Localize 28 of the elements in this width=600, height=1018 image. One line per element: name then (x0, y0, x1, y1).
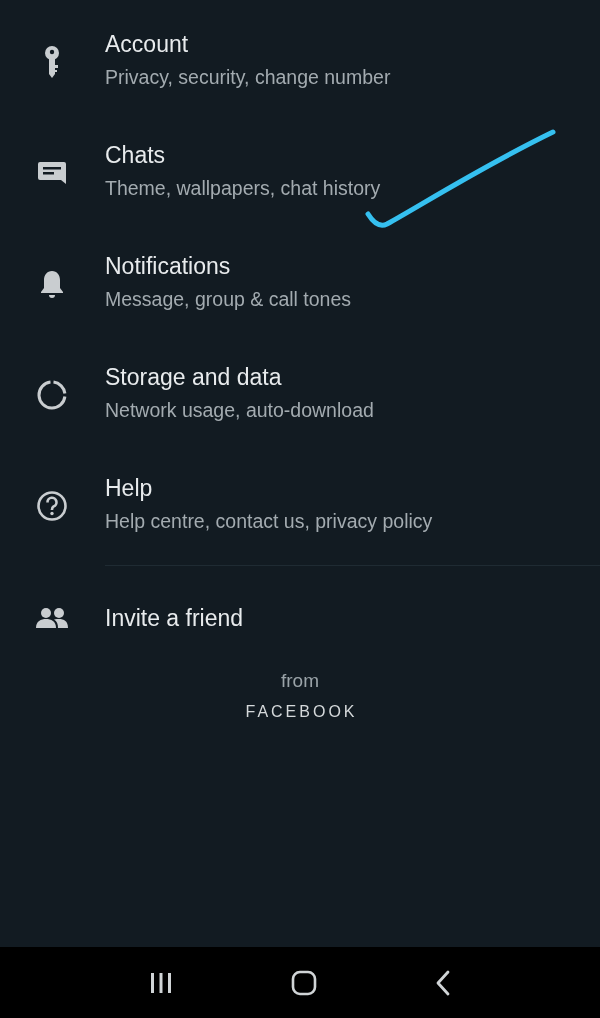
item-subtitle: Network usage, auto-download (105, 397, 374, 422)
back-icon[interactable] (435, 969, 451, 996)
item-subtitle: Privacy, security, change number (105, 64, 391, 89)
invite-item[interactable]: Invite a friend (0, 566, 600, 670)
key-icon (42, 44, 62, 79)
item-subtitle: Message, group & call tones (105, 286, 352, 311)
item-title: Account (105, 30, 190, 57)
bell-icon (39, 268, 65, 299)
settings-item[interactable]: Account Privacy, security, change number (0, 6, 600, 117)
settings-item[interactable]: Notifications Message, group & call tones (0, 228, 600, 339)
settings-item[interactable]: Chats Theme, wallpapers, chat history (0, 117, 600, 228)
help-icon (36, 489, 68, 522)
item-title: Help (105, 474, 154, 501)
item-title: Storage and data (105, 363, 283, 390)
chat-icon (37, 160, 67, 185)
item-title: Invite a friend (105, 605, 244, 631)
settings-item[interactable]: Help Help centre, contact us, privacy policy (0, 450, 600, 561)
home-icon[interactable] (291, 969, 317, 996)
item-subtitle: Help centre, contact us, privacy policy (105, 508, 433, 533)
item-title: Notifications (105, 252, 232, 279)
settings-item[interactable]: Storage and data Network usage, auto-download (0, 339, 600, 450)
item-title: Chats (105, 141, 167, 168)
brand-wordmark: FACEBOOK (244, 702, 358, 722)
footer-from: from (281, 670, 319, 692)
item-subtitle: Theme, wallpapers, chat history (105, 175, 381, 200)
people-icon (35, 607, 69, 629)
storage-icon (36, 378, 68, 411)
recents-icon[interactable] (149, 971, 173, 994)
